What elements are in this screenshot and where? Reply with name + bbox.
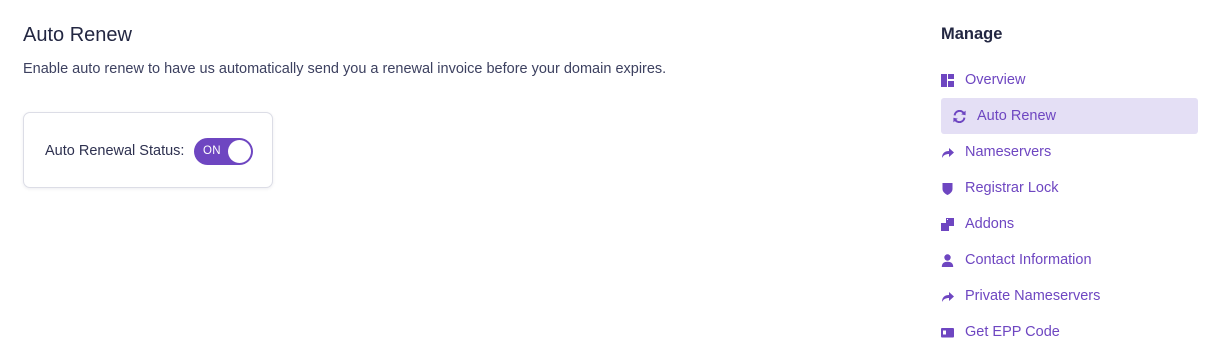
sidebar-item-private-nameservers[interactable]: Private Nameservers bbox=[941, 278, 1198, 314]
sidebar-item-get-epp-code[interactable]: Get EPP Code bbox=[941, 314, 1198, 350]
shield-icon bbox=[941, 182, 954, 195]
sidebar-item-contact-information[interactable]: Contact Information bbox=[941, 242, 1198, 278]
page-description: Enable auto renew to have us automatical… bbox=[23, 61, 667, 77]
overview-icon bbox=[941, 73, 954, 87]
sidebar-item-label: Contact Information bbox=[965, 252, 1092, 268]
sidebar-item-label: Registrar Lock bbox=[965, 180, 1059, 196]
sidebar-item-registrar-lock[interactable]: Registrar Lock bbox=[941, 170, 1198, 206]
manage-nav: Overview Auto Renew Nameservers Registra… bbox=[941, 62, 1198, 350]
auto-renewal-card: Auto Renewal Status: ON bbox=[23, 112, 273, 188]
sidebar-item-addons[interactable]: Addons bbox=[941, 206, 1198, 242]
sidebar-item-overview[interactable]: Overview bbox=[941, 62, 1198, 98]
sidebar-title: Manage bbox=[941, 25, 1003, 43]
sidebar-item-auto-renew[interactable]: Auto Renew bbox=[941, 98, 1198, 134]
sidebar-item-label: Overview bbox=[965, 72, 1026, 88]
sidebar-item-label: Auto Renew bbox=[977, 108, 1056, 124]
sidebar-item-label: Nameservers bbox=[965, 144, 1052, 160]
refresh-icon bbox=[953, 109, 966, 123]
sidebar-item-label: Addons bbox=[965, 216, 1015, 232]
auto-renewal-toggle[interactable]: ON bbox=[194, 138, 253, 165]
user-icon bbox=[941, 253, 954, 267]
toggle-state-text: ON bbox=[203, 145, 221, 157]
share-arrow-icon bbox=[941, 146, 954, 159]
page-title: Auto Renew bbox=[23, 24, 132, 46]
addons-icon bbox=[941, 217, 954, 231]
page: Auto Renew Enable auto renew to have us … bbox=[0, 0, 1210, 361]
manage-sidebar: Manage Overview Auto Renew Nameservers R… bbox=[941, 0, 1198, 361]
sidebar-item-nameservers[interactable]: Nameservers bbox=[941, 134, 1198, 170]
toggle-knob bbox=[228, 140, 251, 163]
id-card-icon bbox=[941, 326, 954, 339]
sidebar-item-label: Get EPP Code bbox=[965, 324, 1060, 340]
sidebar-item-label: Private Nameservers bbox=[965, 288, 1101, 304]
auto-renewal-status-label: Auto Renewal Status: bbox=[45, 143, 185, 159]
share-arrow-icon bbox=[941, 290, 954, 303]
